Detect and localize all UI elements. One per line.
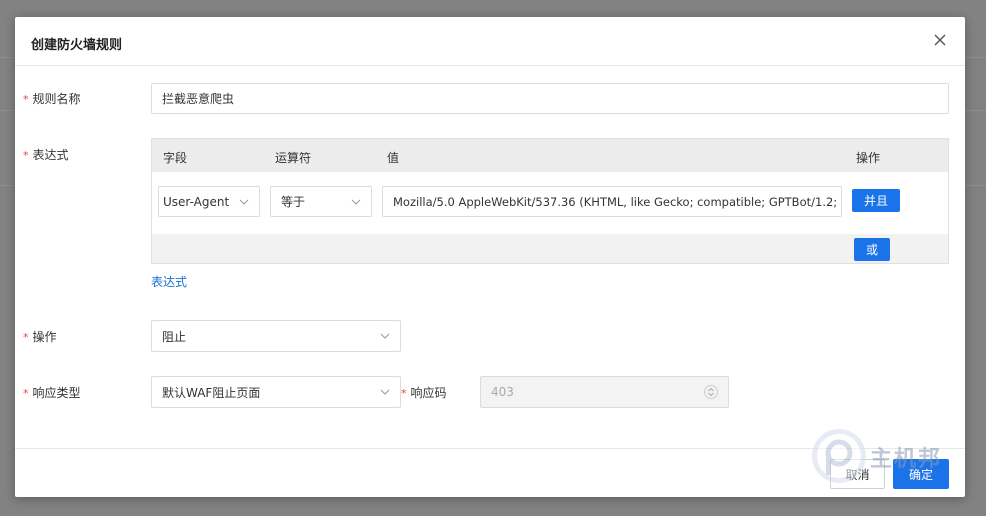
expression-row: User-Agent 等于 Mozilla/5.0 AppleWebKit/53… xyxy=(152,172,948,234)
stepper-icon xyxy=(704,385,718,399)
action-label-text: 操作 xyxy=(32,330,57,344)
watermark-logo: 主机邦 xyxy=(810,427,960,487)
dialog-header: 创建防火墙规则 xyxy=(15,17,965,66)
chevron-down-icon xyxy=(239,199,249,205)
response-type-select-value: 默认WAF阻止页面 xyxy=(162,385,261,400)
required-mark: * xyxy=(23,387,29,400)
column-header-operator: 运算符 xyxy=(275,151,312,165)
required-mark: * xyxy=(23,149,29,162)
close-icon xyxy=(934,34,946,46)
expression-label: * 表达式 xyxy=(23,146,69,163)
value-input[interactable]: Mozilla/5.0 AppleWebKit/537.36 (KHTML, l… xyxy=(382,186,842,217)
column-header-value: 值 xyxy=(387,151,400,165)
chevron-down-icon xyxy=(380,333,390,339)
action-label: * 操作 xyxy=(23,328,57,345)
action-select[interactable]: 阻止 xyxy=(151,320,401,352)
action-select-value: 阻止 xyxy=(162,329,187,344)
watermark-icon xyxy=(812,429,866,483)
response-type-select[interactable]: 默认WAF阻止页面 xyxy=(151,376,401,408)
required-mark: * xyxy=(23,331,29,344)
field-select[interactable]: User-Agent xyxy=(158,186,260,217)
chevron-down-icon xyxy=(351,199,361,205)
column-header-action: 操作 xyxy=(856,151,881,165)
rule-name-label-text: 规则名称 xyxy=(32,92,81,106)
expression-label-text: 表达式 xyxy=(32,148,69,162)
column-header-field: 字段 xyxy=(163,151,188,165)
close-button[interactable] xyxy=(929,29,951,51)
dialog-title: 创建防火墙规则 xyxy=(31,38,123,53)
response-code-input: 403 xyxy=(480,376,729,408)
response-code-label: * 响应码 xyxy=(401,384,447,401)
field-select-value: User-Agent xyxy=(163,194,230,209)
watermark-text: 主机邦 xyxy=(870,446,943,472)
create-firewall-rule-dialog: 创建防火墙规则 * 规则名称 拦截恶意爬虫 * 表达式 字段 运算符 值 操作 Us… xyxy=(15,17,965,497)
operator-select[interactable]: 等于 xyxy=(270,186,372,217)
required-mark: * xyxy=(401,387,407,400)
required-mark: * xyxy=(23,93,29,106)
response-type-label: * 响应类型 xyxy=(23,384,81,401)
response-type-label-text: 响应类型 xyxy=(32,386,81,400)
expression-table: 字段 运算符 值 操作 User-Agent 等于 Mozilla/5.0 Ap… xyxy=(151,138,949,264)
operator-select-value: 等于 xyxy=(281,195,306,209)
and-button[interactable]: 并且 xyxy=(852,189,900,212)
expression-table-footer: 或 xyxy=(152,234,948,263)
response-code-label-text: 响应码 xyxy=(410,386,447,400)
or-button[interactable]: 或 xyxy=(854,238,890,261)
chevron-down-icon xyxy=(380,389,390,395)
expression-link[interactable]: 表达式 xyxy=(151,273,187,290)
rule-name-value: 拦截恶意爬虫 xyxy=(162,92,235,106)
value-input-text: Mozilla/5.0 AppleWebKit/537.36 (KHTML, l… xyxy=(393,194,842,209)
expression-table-header: 字段 运算符 值 操作 xyxy=(152,139,948,172)
rule-name-input[interactable]: 拦截恶意爬虫 xyxy=(151,83,949,114)
response-code-value: 403 xyxy=(491,385,514,399)
rule-name-label: * 规则名称 xyxy=(23,90,81,107)
